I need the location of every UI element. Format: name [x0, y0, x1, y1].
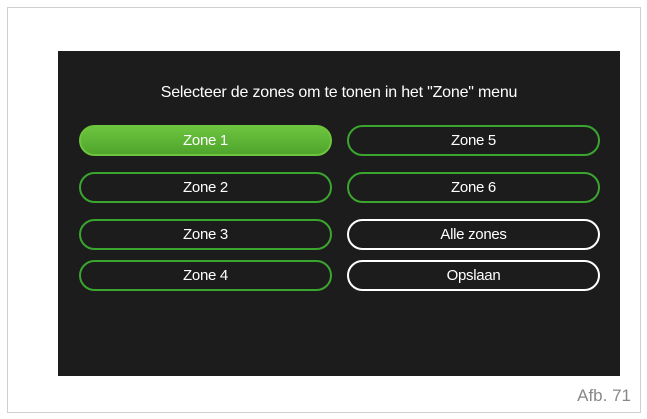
figure-caption: Afb. 71 [577, 386, 631, 405]
zone-3-button[interactable]: Zone 3 [79, 219, 332, 250]
zone-6-button[interactable]: Zone 6 [347, 172, 600, 203]
zone-5-button[interactable]: Zone 5 [347, 125, 600, 156]
screen-prompt: Selecteer de zones om te tonen in het "Z… [160, 84, 518, 101]
device-screen: Selecteer de zones om te tonen in het "Z… [58, 51, 620, 376]
zone-2-button[interactable]: Zone 2 [79, 172, 332, 203]
zone-4-button[interactable]: Zone 4 [79, 260, 332, 291]
all-zones-button[interactable]: Alle zones [347, 219, 600, 250]
zone-1-button[interactable]: Zone 1 [79, 125, 332, 156]
save-button[interactable]: Opslaan [347, 260, 600, 291]
figure-frame: Selecteer de zones om te tonen in het "Z… [7, 7, 641, 413]
